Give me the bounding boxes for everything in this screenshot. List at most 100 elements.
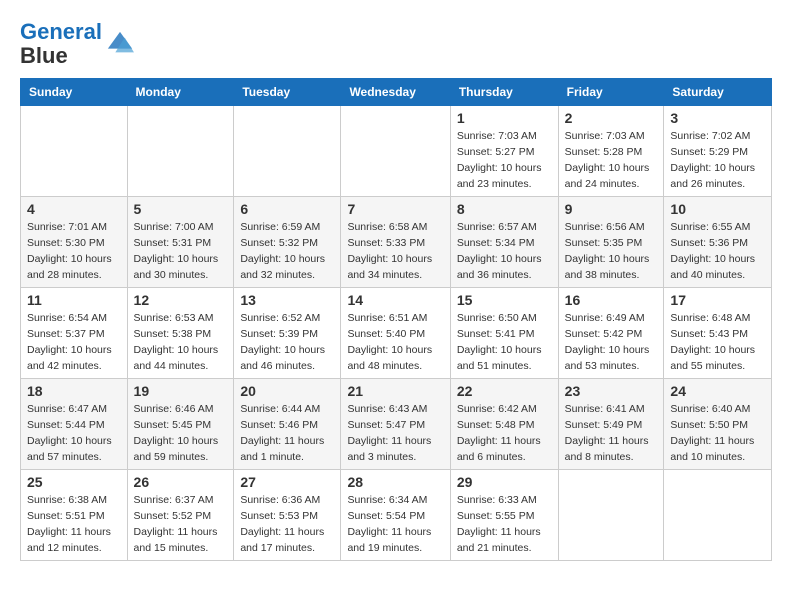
calendar-cell: 13 Sunrise: 6:52 AMSunset: 5:39 PMDayligh… bbox=[234, 288, 341, 379]
day-number: 27 bbox=[240, 474, 334, 490]
day-number: 24 bbox=[670, 383, 765, 399]
day-number: 15 bbox=[457, 292, 552, 308]
day-number: 9 bbox=[565, 201, 658, 217]
day-number: 25 bbox=[27, 474, 121, 490]
calendar-cell bbox=[21, 106, 128, 197]
calendar-cell bbox=[234, 106, 341, 197]
day-info: Sunrise: 6:36 AMSunset: 5:53 PMDaylight:… bbox=[240, 493, 334, 556]
calendar-header-row: SundayMondayTuesdayWednesdayThursdayFrid… bbox=[21, 79, 772, 106]
calendar-cell: 10 Sunrise: 6:55 AMSunset: 5:36 PMDayligh… bbox=[664, 197, 772, 288]
day-info: Sunrise: 6:57 AMSunset: 5:34 PMDaylight:… bbox=[457, 220, 552, 283]
calendar-cell: 7 Sunrise: 6:58 AMSunset: 5:33 PMDaylight… bbox=[341, 197, 450, 288]
day-number: 4 bbox=[27, 201, 121, 217]
day-info: Sunrise: 7:01 AMSunset: 5:30 PMDaylight:… bbox=[27, 220, 121, 283]
header-monday: Monday bbox=[127, 79, 234, 106]
header-tuesday: Tuesday bbox=[234, 79, 341, 106]
calendar-cell: 8 Sunrise: 6:57 AMSunset: 5:34 PMDaylight… bbox=[450, 197, 558, 288]
page-header: GeneralBlue bbox=[20, 20, 772, 68]
calendar-cell: 2Sunrise: 7:03 AMSunset: 5:28 PMDaylight… bbox=[558, 106, 664, 197]
day-info: Sunrise: 6:56 AMSunset: 5:35 PMDaylight:… bbox=[565, 220, 658, 283]
calendar-cell: 22 Sunrise: 6:42 AMSunset: 5:48 PMDayligh… bbox=[450, 379, 558, 470]
day-number: 23 bbox=[565, 383, 658, 399]
calendar-cell bbox=[558, 470, 664, 561]
day-number: 7 bbox=[347, 201, 443, 217]
logo-icon bbox=[106, 30, 134, 58]
day-info: Sunrise: 6:59 AMSunset: 5:32 PMDaylight:… bbox=[240, 220, 334, 283]
calendar-cell: 5 Sunrise: 7:00 AMSunset: 5:31 PMDaylight… bbox=[127, 197, 234, 288]
calendar-cell: 23 Sunrise: 6:41 AMSunset: 5:49 PMDayligh… bbox=[558, 379, 664, 470]
day-info: Sunrise: 7:00 AMSunset: 5:31 PMDaylight:… bbox=[134, 220, 228, 283]
header-saturday: Saturday bbox=[664, 79, 772, 106]
calendar-cell: 28 Sunrise: 6:34 AMSunset: 5:54 PMDayligh… bbox=[341, 470, 450, 561]
calendar-cell: 15Sunrise: 6:50 AMSunset: 5:41 PMDayligh… bbox=[450, 288, 558, 379]
day-info: Sunrise: 7:03 AMSunset: 5:27 PMDaylight:… bbox=[457, 129, 552, 192]
calendar-cell: 21 Sunrise: 6:43 AMSunset: 5:47 PMDayligh… bbox=[341, 379, 450, 470]
calendar-cell: 18Sunrise: 6:47 AMSunset: 5:44 PMDayligh… bbox=[21, 379, 128, 470]
calendar-week-row: 11 Sunrise: 6:54 AMSunset: 5:37 PMDayligh… bbox=[21, 288, 772, 379]
day-number: 11 bbox=[27, 292, 121, 308]
day-info: Sunrise: 6:48 AMSunset: 5:43 PMDaylight:… bbox=[670, 311, 765, 374]
day-number: 13 bbox=[240, 292, 334, 308]
calendar-week-row: 25 Sunrise: 6:38 AMSunset: 5:51 PMDayligh… bbox=[21, 470, 772, 561]
day-info: Sunrise: 6:58 AMSunset: 5:33 PMDaylight:… bbox=[347, 220, 443, 283]
calendar-cell: 17 Sunrise: 6:48 AMSunset: 5:43 PMDayligh… bbox=[664, 288, 772, 379]
header-wednesday: Wednesday bbox=[341, 79, 450, 106]
logo-text: GeneralBlue bbox=[20, 20, 102, 68]
calendar-cell: 26Sunrise: 6:37 AMSunset: 5:52 PMDayligh… bbox=[127, 470, 234, 561]
calendar-cell bbox=[664, 470, 772, 561]
day-info: Sunrise: 6:55 AMSunset: 5:36 PMDaylight:… bbox=[670, 220, 765, 283]
calendar-cell bbox=[127, 106, 234, 197]
day-number: 3 bbox=[670, 110, 765, 126]
calendar-cell: 24Sunrise: 6:40 AMSunset: 5:50 PMDayligh… bbox=[664, 379, 772, 470]
day-number: 21 bbox=[347, 383, 443, 399]
calendar-cell: 14Sunrise: 6:51 AMSunset: 5:40 PMDayligh… bbox=[341, 288, 450, 379]
calendar-cell: 1 Sunrise: 7:03 AMSunset: 5:27 PMDaylight… bbox=[450, 106, 558, 197]
day-info: Sunrise: 6:54 AMSunset: 5:37 PMDaylight:… bbox=[27, 311, 121, 374]
calendar-cell: 9 Sunrise: 6:56 AMSunset: 5:35 PMDaylight… bbox=[558, 197, 664, 288]
day-number: 17 bbox=[670, 292, 765, 308]
calendar-cell: 6 Sunrise: 6:59 AMSunset: 5:32 PMDaylight… bbox=[234, 197, 341, 288]
day-info: Sunrise: 6:46 AMSunset: 5:45 PMDaylight:… bbox=[134, 402, 228, 465]
day-number: 28 bbox=[347, 474, 443, 490]
day-number: 6 bbox=[240, 201, 334, 217]
logo: GeneralBlue bbox=[20, 20, 134, 68]
calendar-cell: 20 Sunrise: 6:44 AMSunset: 5:46 PMDayligh… bbox=[234, 379, 341, 470]
day-number: 29 bbox=[457, 474, 552, 490]
day-info: Sunrise: 6:42 AMSunset: 5:48 PMDaylight:… bbox=[457, 402, 552, 465]
calendar-cell: 12 Sunrise: 6:53 AMSunset: 5:38 PMDayligh… bbox=[127, 288, 234, 379]
day-number: 14 bbox=[347, 292, 443, 308]
day-number: 12 bbox=[134, 292, 228, 308]
day-info: Sunrise: 6:41 AMSunset: 5:49 PMDaylight:… bbox=[565, 402, 658, 465]
calendar-cell: 3 Sunrise: 7:02 AMSunset: 5:29 PMDaylight… bbox=[664, 106, 772, 197]
day-number: 19 bbox=[134, 383, 228, 399]
day-number: 16 bbox=[565, 292, 658, 308]
day-number: 20 bbox=[240, 383, 334, 399]
calendar-week-row: 1 Sunrise: 7:03 AMSunset: 5:27 PMDaylight… bbox=[21, 106, 772, 197]
day-number: 22 bbox=[457, 383, 552, 399]
day-info: Sunrise: 6:52 AMSunset: 5:39 PMDaylight:… bbox=[240, 311, 334, 374]
calendar-cell: 19 Sunrise: 6:46 AMSunset: 5:45 PMDayligh… bbox=[127, 379, 234, 470]
calendar-cell: 25 Sunrise: 6:38 AMSunset: 5:51 PMDayligh… bbox=[21, 470, 128, 561]
day-number: 1 bbox=[457, 110, 552, 126]
day-number: 10 bbox=[670, 201, 765, 217]
day-info: Sunrise: 6:33 AMSunset: 5:55 PMDaylight:… bbox=[457, 493, 552, 556]
calendar-cell: 29 Sunrise: 6:33 AMSunset: 5:55 PMDayligh… bbox=[450, 470, 558, 561]
day-info: Sunrise: 6:44 AMSunset: 5:46 PMDaylight:… bbox=[240, 402, 334, 465]
day-info: Sunrise: 6:49 AMSunset: 5:42 PMDaylight:… bbox=[565, 311, 658, 374]
day-number: 5 bbox=[134, 201, 228, 217]
day-info: Sunrise: 6:53 AMSunset: 5:38 PMDaylight:… bbox=[134, 311, 228, 374]
calendar-cell: 4 Sunrise: 7:01 AMSunset: 5:30 PMDaylight… bbox=[21, 197, 128, 288]
day-info: Sunrise: 6:43 AMSunset: 5:47 PMDaylight:… bbox=[347, 402, 443, 465]
day-info: Sunrise: 6:47 AMSunset: 5:44 PMDaylight:… bbox=[27, 402, 121, 465]
calendar-week-row: 18Sunrise: 6:47 AMSunset: 5:44 PMDayligh… bbox=[21, 379, 772, 470]
day-info: Sunrise: 7:02 AMSunset: 5:29 PMDaylight:… bbox=[670, 129, 765, 192]
calendar-week-row: 4 Sunrise: 7:01 AMSunset: 5:30 PMDaylight… bbox=[21, 197, 772, 288]
day-number: 26 bbox=[134, 474, 228, 490]
header-sunday: Sunday bbox=[21, 79, 128, 106]
calendar-table: SundayMondayTuesdayWednesdayThursdayFrid… bbox=[20, 78, 772, 561]
calendar-cell: 27 Sunrise: 6:36 AMSunset: 5:53 PMDayligh… bbox=[234, 470, 341, 561]
day-number: 2 bbox=[565, 110, 658, 126]
day-info: Sunrise: 6:34 AMSunset: 5:54 PMDaylight:… bbox=[347, 493, 443, 556]
day-info: Sunrise: 6:38 AMSunset: 5:51 PMDaylight:… bbox=[27, 493, 121, 556]
day-number: 8 bbox=[457, 201, 552, 217]
